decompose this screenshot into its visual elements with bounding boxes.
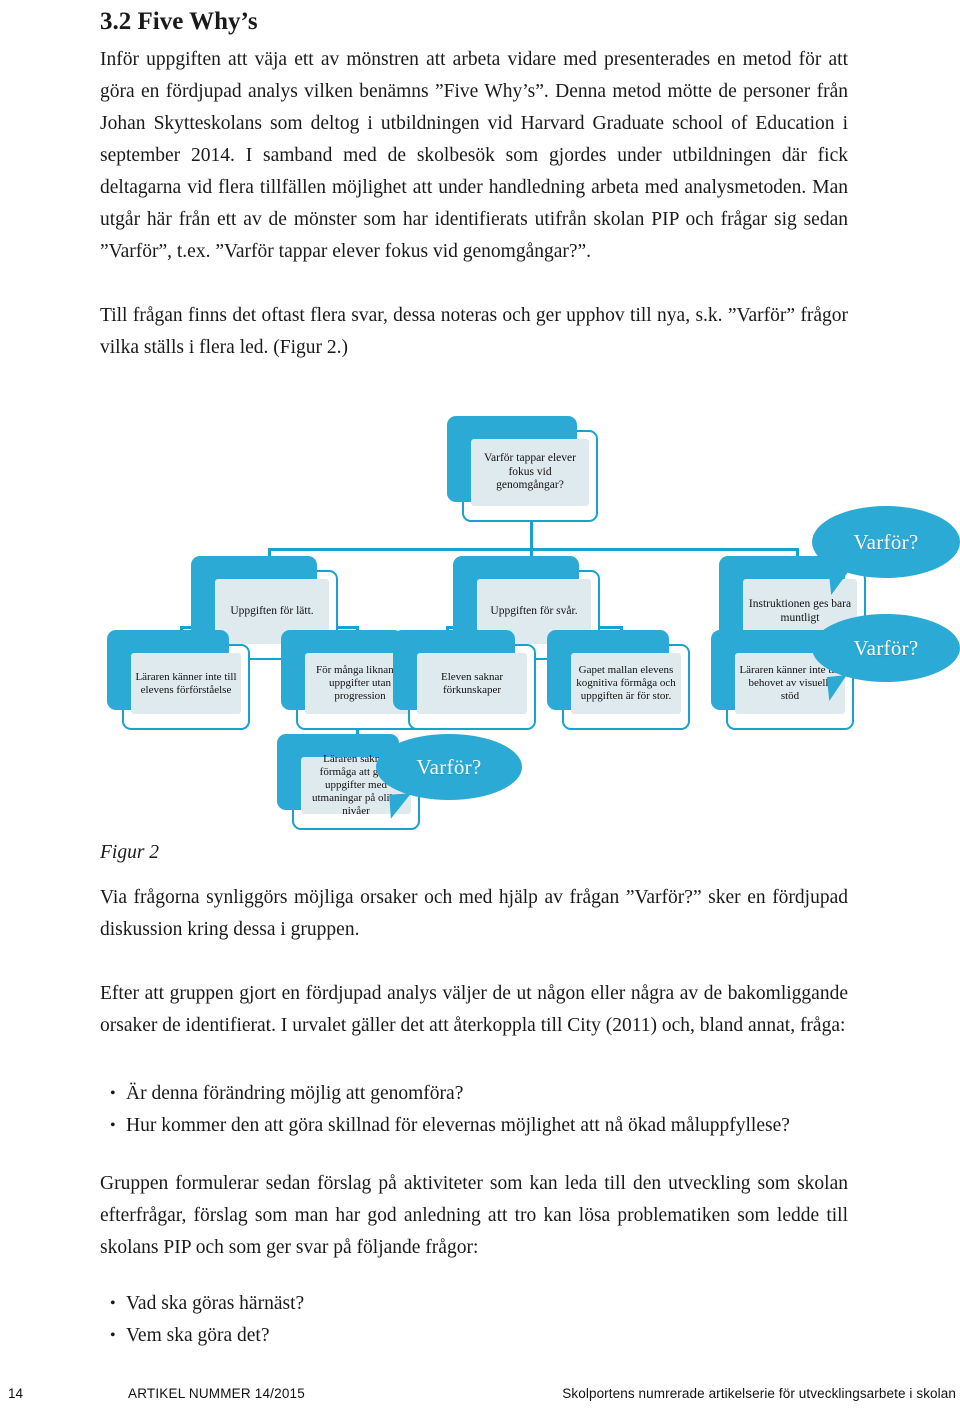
- node-gapet-mallan-elevens-kognitiva-formaga[interactable]: Gapet mallan elevens kognitiva förmåga o…: [547, 630, 690, 730]
- list-item: Är denna förändring möjlig att genomföra…: [110, 1078, 848, 1110]
- paragraph-1: Inför uppgiften att väja ett av mönstren…: [100, 49, 848, 262]
- speech-bubble-tail: [826, 675, 850, 701]
- node-label: Uppgiften för svår.: [490, 604, 578, 617]
- bullet-list-1: Är denna förändring möjlig att genomföra…: [100, 1078, 848, 1142]
- figure-2-diagram: Varför tappar elever fokus vid genomgång…: [100, 410, 960, 830]
- paragraph-5-block: Gruppen formulerar sedan förslag på akti…: [100, 1168, 848, 1264]
- list-item: Vad ska göras härnäst?: [110, 1288, 848, 1320]
- speech-bubble-varfor-2[interactable]: Varför?: [812, 614, 960, 701]
- node-label: Instruktionen ges bara muntligt: [748, 598, 852, 624]
- speech-bubble-varfor-1[interactable]: Varför?: [812, 506, 960, 595]
- speech-bubble-tail: [828, 571, 852, 595]
- section-heading-block: 3.2 Five Why’s: [100, 8, 848, 36]
- node-lararen-kanner-inte-till-elevens-forforstaelse[interactable]: Läraren känner inte till elevens förförs…: [107, 630, 250, 730]
- node-label: Läraren känner inte till behovet av visu…: [739, 664, 841, 702]
- node-root-inner: Varför tappar elever fokus vid genomgång…: [471, 439, 589, 506]
- paragraph-2-block: Till frågan finns det oftast flera svar,…: [100, 300, 848, 364]
- node-inner: Gapet mallan elevens kognitiva förmåga o…: [571, 653, 681, 714]
- document-page: 3.2 Five Why’s Inför uppgiften att väja …: [0, 0, 960, 1416]
- list-item: Vem ska göra det?: [110, 1320, 848, 1352]
- paragraph-4-block: Efter att gruppen gjort en fördjupad ana…: [100, 978, 848, 1042]
- speech-bubble-label: Varför?: [853, 635, 919, 660]
- bullet-list-2: Vad ska göras härnäst? Vem ska göra det?: [100, 1288, 848, 1352]
- node-label: Eleven saknar förkunskaper: [441, 670, 503, 696]
- bullet-list-2-ul: Vad ska göras härnäst? Vem ska göra det?: [100, 1288, 848, 1352]
- footer-series-name: Skolportens numrerade artikelserie för u…: [562, 1386, 956, 1401]
- paragraph-3: Via frågorna synliggörs möjliga orsaker …: [100, 887, 848, 940]
- bullet-list-1-ul: Är denna förändring möjlig att genomföra…: [100, 1078, 848, 1142]
- speech-bubble-varfor-3[interactable]: Varför?: [376, 734, 522, 819]
- node-inner: Eleven saknar förkunskaper: [417, 653, 527, 714]
- node-label: Läraren känner inte till elevens förförs…: [135, 670, 237, 696]
- speech-bubble-label: Varför?: [853, 529, 919, 554]
- node-eleven-saknar-forkunskaper[interactable]: Eleven saknar förkunskaper: [393, 630, 536, 730]
- page-title: 3.2 Five Why’s: [100, 8, 258, 35]
- footer-article-number: ARTIKEL NUMMER 14/2015: [128, 1386, 305, 1401]
- page-footer: 14 ARTIKEL NUMMER 14/2015 Skolportens nu…: [0, 1386, 960, 1416]
- paragraph-3-block: Via frågorna synliggörs möjliga orsaker …: [100, 882, 848, 946]
- figure-caption: Figur 2: [100, 842, 160, 863]
- node-inner: Läraren känner inte till elevens förförs…: [131, 653, 241, 714]
- connector-level2-bus: [268, 548, 798, 551]
- node-root[interactable]: Varför tappar elever fokus vid genomgång…: [447, 416, 598, 522]
- paragraph-1-block: Inför uppgiften att väja ett av mönstren…: [100, 44, 848, 268]
- list-item: Hur kommer den att göra skillnad för ele…: [110, 1110, 848, 1142]
- speech-bubble-label: Varför?: [416, 754, 482, 779]
- footer-page-number: 14: [8, 1386, 24, 1401]
- speech-bubble-tail: [389, 793, 413, 819]
- paragraph-2: Till frågan finns det oftast flera svar,…: [100, 305, 848, 358]
- figure-caption-block: Figur 2: [100, 840, 848, 866]
- paragraph-4: Efter att gruppen gjort en fördjupad ana…: [100, 983, 848, 1036]
- node-label: Gapet mallan elevens kognitiva förmåga o…: [576, 664, 676, 702]
- node-label: Uppgiften för lätt.: [230, 604, 314, 617]
- paragraph-5: Gruppen formulerar sedan förslag på akti…: [100, 1173, 848, 1258]
- node-root-label: Varför tappar elever fokus vid genomgång…: [484, 452, 576, 492]
- connector-root-down: [530, 522, 533, 550]
